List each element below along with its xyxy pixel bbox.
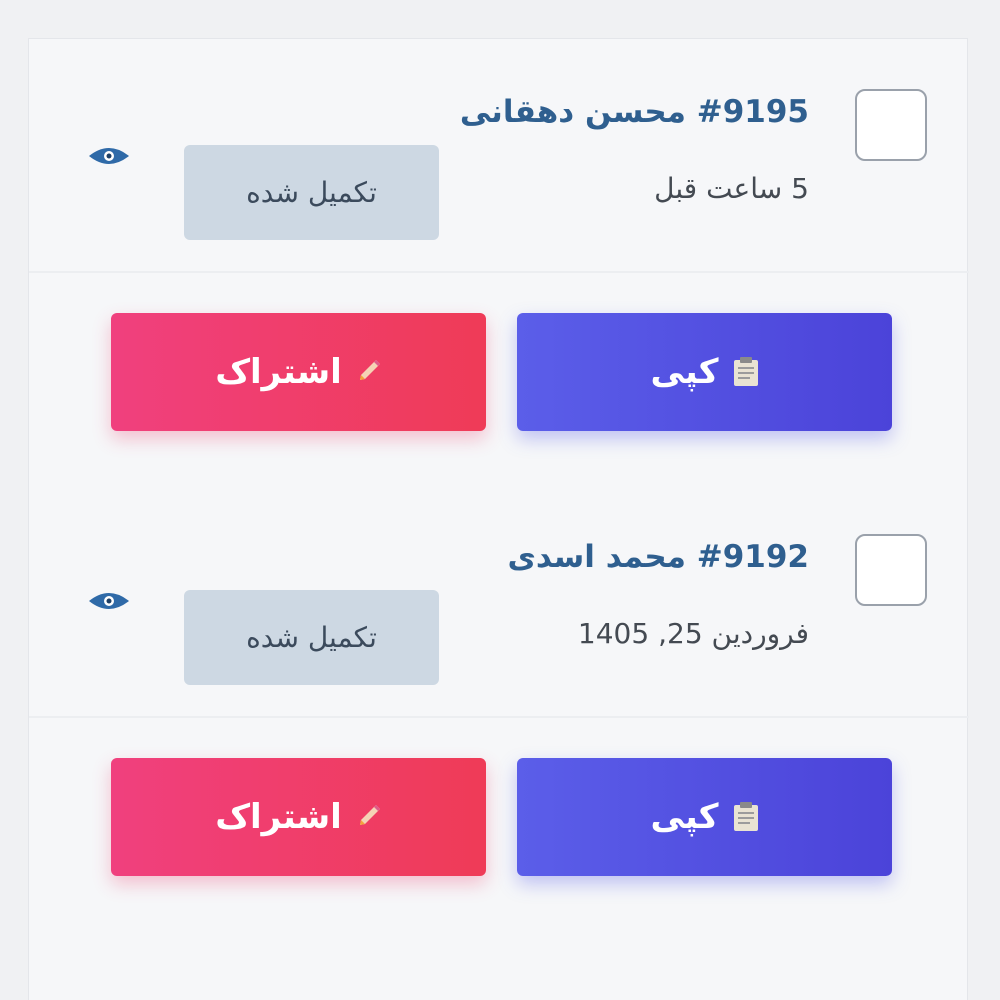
divider — [29, 716, 969, 718]
orders-panel: #9195 محسن دهقانی 5 ساعت قبل تکمیل شده ک… — [28, 38, 969, 1000]
copy-button-label: کپی — [650, 352, 719, 392]
clipboard-icon — [733, 802, 758, 831]
share-button[interactable]: اشتراک — [111, 758, 486, 876]
share-button[interactable]: اشتراک — [111, 313, 486, 431]
eye-icon[interactable] — [87, 589, 131, 613]
share-button-label: اشتراک — [215, 797, 342, 837]
divider — [29, 271, 969, 273]
order-select-checkbox[interactable] — [855, 89, 927, 161]
status-badge: تکمیل شده — [184, 590, 439, 685]
clipboard-icon — [733, 357, 758, 386]
eye-icon[interactable] — [87, 144, 131, 168]
status-badge: تکمیل شده — [184, 145, 439, 240]
copy-button[interactable]: کپی — [517, 313, 892, 431]
share-button-label: اشتراک — [215, 352, 342, 392]
order-title[interactable]: #9195 محسن دهقانی — [209, 94, 809, 130]
order-title[interactable]: #9192 محمد اسدی — [209, 539, 809, 575]
pencil-icon — [359, 360, 380, 380]
copy-button[interactable]: کپی — [517, 758, 892, 876]
order-select-checkbox[interactable] — [855, 534, 927, 606]
pencil-icon — [359, 805, 380, 825]
copy-button-label: کپی — [650, 797, 719, 837]
